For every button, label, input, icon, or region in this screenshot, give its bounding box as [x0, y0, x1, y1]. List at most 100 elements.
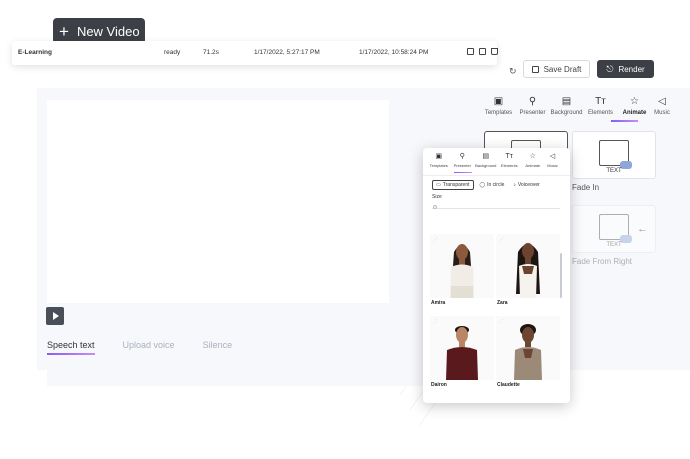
tab-label: Animate: [525, 163, 541, 168]
option-label: Transparent: [442, 182, 470, 188]
fade-from-right-label: Fade From Right: [572, 257, 633, 266]
tab-label: Music: [547, 163, 558, 168]
tab-label: Background: [550, 110, 583, 116]
size-slider-track[interactable]: [432, 208, 560, 209]
save-draft-button[interactable]: Save Draft: [523, 60, 590, 78]
render-button[interactable]: ⎋ Render: [597, 60, 654, 78]
copy-icon[interactable]: [479, 48, 486, 55]
popup-tabs: ▣ Templates ⚲ Presenter ▤ Background Tт Elem…: [427, 153, 561, 168]
presenter-name: Dairon: [431, 382, 447, 388]
circle-icon: ◯: [479, 182, 486, 188]
speech-tabs: Speech text Upload voice Silence: [47, 340, 233, 355]
tab-speech-text[interactable]: Speech text: [47, 340, 95, 355]
refresh-icon[interactable]: ↻: [509, 66, 517, 77]
fade-in-label: Fade In: [572, 183, 600, 192]
tab-label: Animate: [622, 110, 647, 116]
presenter-watermark-icon: ⋰: [499, 319, 504, 325]
file-icon: ▤: [482, 153, 490, 160]
render-label: Render: [618, 64, 645, 74]
tab-elements[interactable]: Tт Elements: [584, 96, 617, 116]
star-icon: ☆: [529, 153, 536, 160]
animation-preview-icon: [599, 140, 632, 169]
animation-card-fade-in[interactable]: TEXT: [572, 131, 656, 179]
presenter-name: Zara: [497, 300, 508, 306]
tab-templates[interactable]: ▣ Templates: [482, 96, 515, 116]
popup-tab-animate[interactable]: ☆ Animate: [521, 153, 545, 168]
presenter-watermark-icon: ⋰: [433, 319, 438, 325]
card-text: TEXT: [606, 168, 622, 174]
play-preview-icon[interactable]: [467, 48, 474, 55]
tab-label: Templates: [429, 163, 448, 168]
image-icon: ▣: [493, 96, 504, 107]
popup-scrollbar[interactable]: [560, 253, 562, 298]
presenter-style-options: ▭ Transparent ◯ In circle ♪ Voiceover: [432, 180, 543, 190]
presenter-watermark-icon: ⋰: [433, 237, 438, 243]
video-list-row[interactable]: E-Learning ready 71.2s 1/17/2022, 5:27:1…: [12, 41, 498, 65]
presenter-photo: [496, 316, 560, 380]
save-icon: [531, 65, 539, 73]
tab-presenter[interactable]: ⚲ Presenter: [516, 96, 549, 116]
tab-upload-voice[interactable]: Upload voice: [123, 340, 175, 350]
play-button[interactable]: [46, 307, 64, 325]
editor-tabs: ▣ Templates ⚲ Presenter ▤ Background Tт Elem…: [482, 96, 672, 116]
tab-label: Presenter: [453, 163, 471, 168]
video-updated: 1/17/2022, 10:58:24 PM: [359, 49, 429, 56]
speech-text-area[interactable]: [47, 366, 427, 386]
presenter-photo: [430, 316, 494, 380]
tab-silence[interactable]: Silence: [203, 340, 233, 350]
tab-label: Elements: [587, 110, 613, 116]
active-tab-indicator: [611, 120, 638, 122]
popup-tab-presenter[interactable]: ⚲ Presenter: [451, 153, 475, 168]
option-transparent[interactable]: ▭ Transparent: [432, 180, 474, 190]
video-canvas[interactable]: [47, 100, 389, 303]
video-created: 1/17/2022, 5:27:17 PM: [254, 49, 320, 56]
option-label: Voiceover: [517, 182, 540, 188]
save-draft-label: Save Draft: [543, 64, 582, 74]
presenter-card-zara[interactable]: ⋰ Zara: [496, 234, 560, 310]
text-icon: Tт: [505, 153, 513, 160]
plus-icon: +: [59, 21, 69, 41]
person-icon: ⚲: [528, 96, 537, 107]
presenter-grid: ⋰ Amira ⋰ Zara ⋰ Dairon ⋰ Claudette: [430, 234, 560, 402]
popup-active-tab-indicator: [454, 172, 472, 174]
tab-label: Background: [475, 163, 497, 168]
text-icon: Tт: [595, 96, 606, 107]
tab-label: Presenter: [519, 110, 546, 116]
popup-tab-elements[interactable]: Tт Elements: [498, 153, 522, 168]
tab-background[interactable]: ▤ Background: [550, 96, 583, 116]
render-icon: ⎋: [606, 63, 614, 74]
trash-icon[interactable]: [491, 48, 498, 55]
popup-tab-background[interactable]: ▤ Background: [474, 153, 498, 168]
presenter-dairon-image: [446, 326, 478, 380]
option-voiceover[interactable]: ♪ Voiceover: [510, 180, 542, 190]
option-in-circle[interactable]: ◯ In circle: [477, 180, 508, 190]
tab-music[interactable]: ◁ Music: [652, 96, 672, 116]
popup-tab-music[interactable]: ◁ Music: [545, 153, 561, 168]
speaker-icon: ◁: [658, 96, 666, 107]
arrow-left-icon[interactable]: ←: [637, 223, 648, 235]
presenter-popup: ▣ Templates ⚲ Presenter ▤ Background Tт Elem…: [423, 148, 570, 403]
presenter-name: Amira: [431, 300, 446, 306]
card-text: TEXT: [606, 242, 622, 248]
person-icon: ⚲: [459, 153, 465, 160]
presenter-claudette-image: [514, 324, 542, 380]
tab-label: Elements: [500, 163, 518, 168]
microphone-icon: ♪: [513, 182, 516, 188]
tab-animate[interactable]: ☆ Animate: [618, 96, 651, 116]
presenter-amira-image: [450, 244, 474, 298]
tab-label: Templates: [484, 110, 513, 116]
size-slider-handle[interactable]: [433, 205, 437, 209]
image-icon: ▣: [435, 153, 443, 160]
presenter-card-amira[interactable]: ⋰ Amira: [430, 234, 494, 310]
person-box-icon: ▭: [436, 182, 441, 188]
presenter-zara-image: [516, 243, 540, 298]
presenter-card-dairon[interactable]: ⋰ Dairon: [430, 316, 494, 392]
presenter-photo: [496, 234, 560, 298]
video-status: ready: [164, 49, 181, 56]
video-editor-screen: Speech text Upload voice Silence + New V…: [0, 0, 690, 459]
presenter-card-claudette[interactable]: ⋰ Claudette: [496, 316, 560, 392]
popup-divider: [423, 175, 570, 176]
popup-tab-templates[interactable]: ▣ Templates: [427, 153, 451, 168]
new-video-label: New Video: [76, 23, 140, 39]
presenter-photo: [430, 234, 494, 298]
